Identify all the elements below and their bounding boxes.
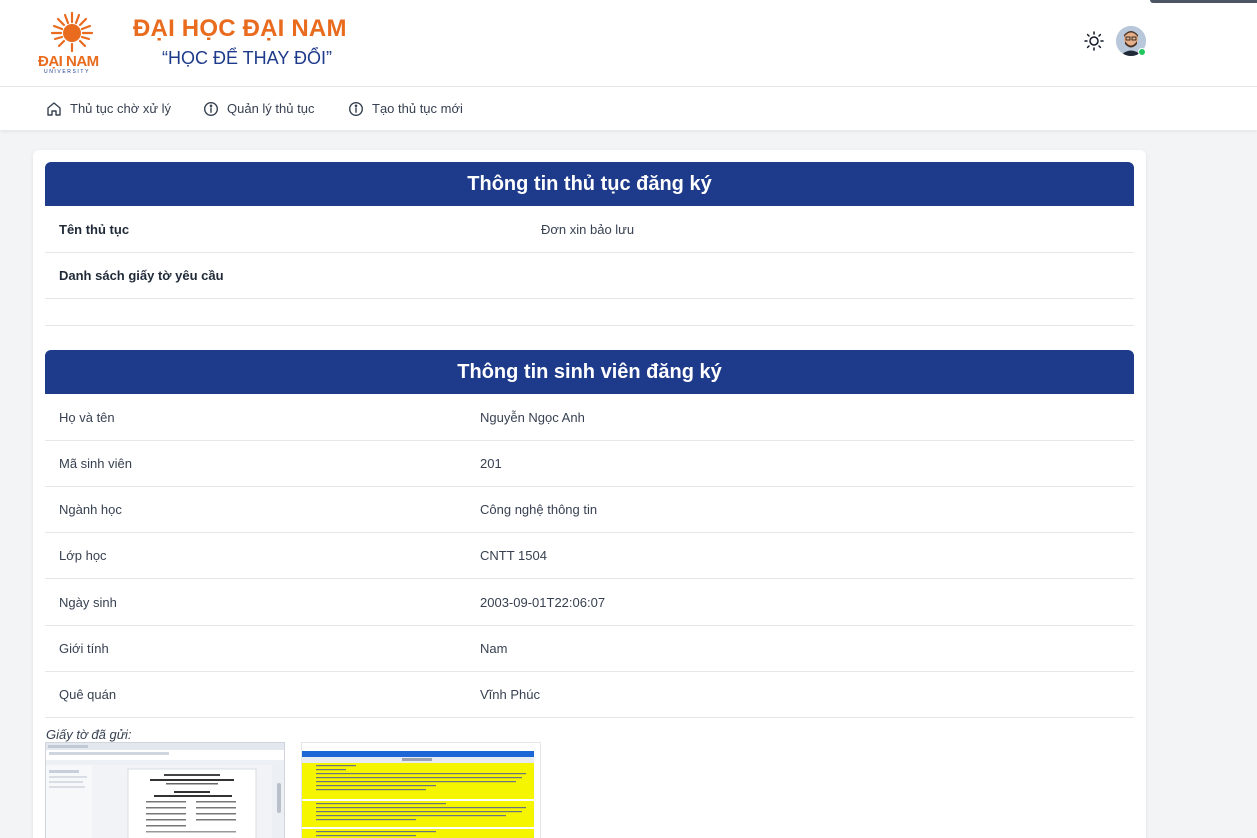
student-field-label: Ngành học [59, 502, 122, 517]
student-field-value: 2003-09-01T22:06:07 [480, 594, 606, 610]
info-icon [203, 101, 219, 116]
student-field-label: Ngày sinh [59, 594, 117, 610]
submitted-docs-label: Giấy tờ đã gửi: [46, 727, 132, 742]
required-docs-list [45, 299, 1134, 326]
procedure-name-row: Tên thủ tục Đơn xin bảo lưu [45, 206, 1134, 253]
student-field-value: 201 [480, 456, 502, 471]
student-field-label: Lớp học [59, 548, 107, 563]
table-row: Mã sinh viên 201 [45, 441, 1134, 487]
nav-label: Quản lý thủ tục [227, 101, 315, 116]
table-row: Ngày sinh 2003-09-01T22:06:07 [45, 579, 1134, 626]
student-field-value: Nam [480, 641, 508, 656]
app-header: ĐẠI NAM UNIVERSITY ĐẠI HỌC ĐẠI NAM “HỌC … [0, 0, 1257, 87]
procedure-name-label: Tên thủ tục [59, 221, 130, 237]
table-row: Ngành học Công nghệ thông tin [45, 487, 1134, 533]
nav-label: Thủ tục chờ xử lý [70, 101, 172, 116]
student-section-title: Thông tin sinh viên đăng ký [45, 350, 1134, 394]
table-row: Họ và tên Nguyễn Ngọc Anh [45, 394, 1134, 441]
theme-toggle-sun-icon[interactable] [1083, 30, 1105, 52]
student-field-label: Họ và tên [59, 409, 115, 425]
procedure-name-value: Đơn xin bảo lưu [541, 221, 635, 237]
nav-item-manage[interactable]: Quản lý thủ tục [203, 87, 314, 130]
student-field-value: CNTT 1504 [480, 548, 547, 563]
submitted-document-thumbnail[interactable] [301, 742, 541, 838]
nav-item-pending[interactable]: Thủ tục chờ xử lý [46, 87, 171, 130]
brand-title: ĐẠI HỌC ĐẠI NAM [133, 15, 347, 42]
logo-wordmark: ĐẠI NAM [38, 53, 99, 70]
required-docs-row: Danh sách giấy tờ yêu cầu [45, 253, 1134, 299]
student-field-label: Quê quán [59, 687, 117, 702]
detail-card: Thông tin thủ tục đăng ký Tên thủ tục Đơ… [33, 150, 1146, 838]
nav-label: Tạo thủ tục mới [372, 101, 463, 116]
student-field-label: Mã sinh viên [59, 456, 132, 471]
brand-slogan: “HỌC ĐỂ THAY ĐỔI” [162, 48, 333, 68]
table-row: Giới tính Nam [45, 626, 1134, 672]
student-field-value: Nguyễn Ngọc Anh [480, 409, 585, 425]
nav-item-create[interactable]: Tạo thủ tục mới [348, 87, 463, 130]
table-row: Lớp học CNTT 1504 [45, 533, 1134, 579]
student-field-value: Vĩnh Phúc [480, 687, 540, 702]
student-field-label: Giới tính [59, 641, 109, 656]
required-docs-label: Danh sách giấy tờ yêu cầu [59, 268, 224, 283]
table-row: Quê quán Vĩnh Phúc [45, 672, 1134, 718]
main-nav: Thủ tục chờ xử lý Quản lý thủ tục Tạo th… [0, 87, 1257, 130]
online-status-indicator [1138, 48, 1146, 56]
info-icon [348, 101, 364, 116]
student-field-value: Công nghệ thông tin [480, 502, 598, 517]
logo-subtext: UNIVERSITY [44, 69, 91, 75]
home-icon [47, 101, 61, 116]
submitted-document-thumbnail[interactable] [45, 742, 285, 838]
procedure-section-title: Thông tin thủ tục đăng ký [45, 162, 1134, 206]
window-edge-bar [1150, 0, 1257, 3]
